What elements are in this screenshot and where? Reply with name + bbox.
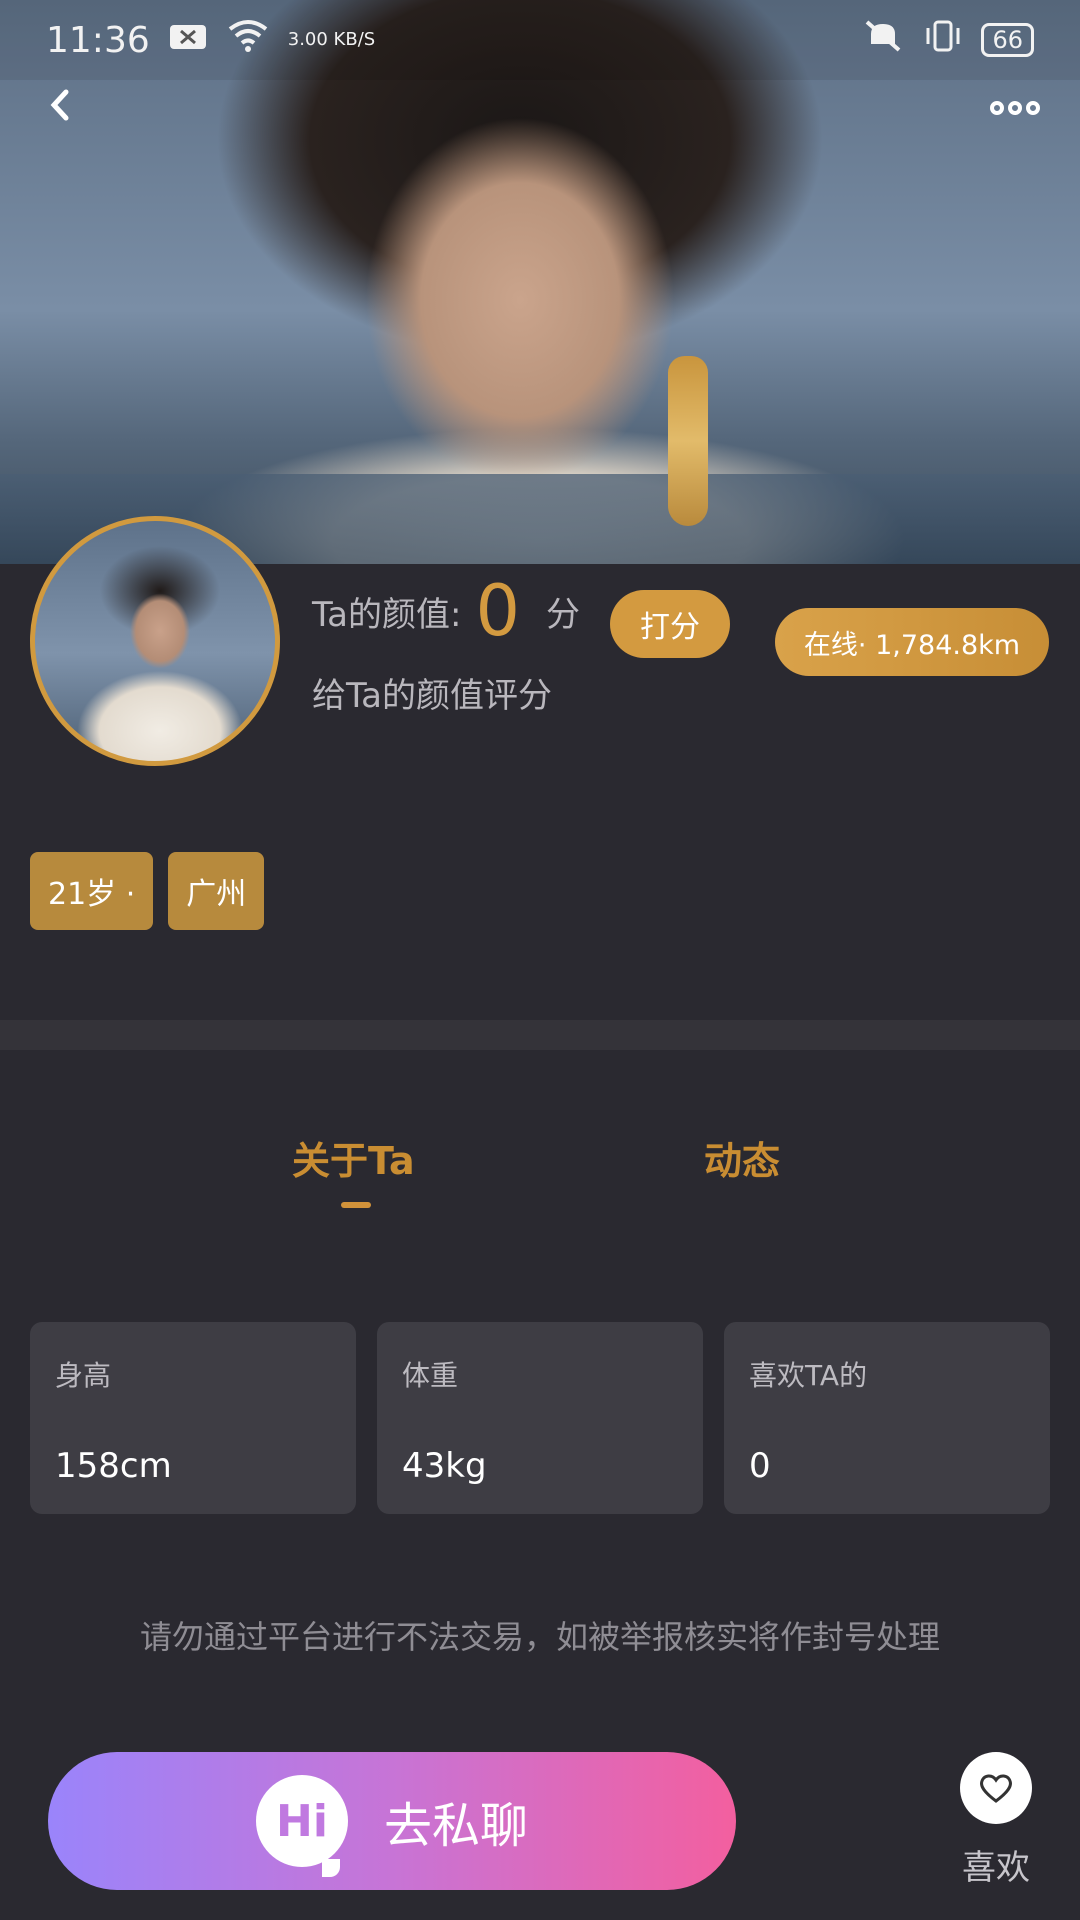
network-speed: 3.00 KB/S bbox=[287, 29, 376, 50]
score-label: Ta的颜值: bbox=[312, 594, 462, 635]
profile-cover-photo bbox=[0, 0, 1080, 564]
tab-about[interactable]: 关于Ta bbox=[292, 1130, 415, 1185]
status-bar: 11:36 3.00 KB/S 66 bbox=[0, 0, 1080, 80]
notification-icon bbox=[168, 20, 208, 61]
active-tab-indicator bbox=[341, 1202, 371, 1208]
height-value: 158cm bbox=[55, 1446, 172, 1486]
more-icon bbox=[1026, 101, 1040, 115]
wifi-icon bbox=[226, 19, 270, 62]
status-time: 11:36 bbox=[46, 19, 150, 61]
likes-value: 0 bbox=[749, 1446, 771, 1486]
more-button[interactable] bbox=[990, 96, 1050, 120]
height-label: 身高 bbox=[55, 1359, 112, 1392]
profile-tags: 21岁 · 广州 bbox=[30, 852, 265, 930]
weight-label: 体重 bbox=[402, 1359, 459, 1392]
score-row: Ta的颜值: 0 分 bbox=[312, 576, 580, 646]
back-button[interactable] bbox=[40, 80, 80, 130]
height-card: 身高 158cm bbox=[30, 1322, 356, 1514]
more-icon bbox=[1008, 101, 1022, 115]
rate-button[interactable]: 打分 bbox=[610, 590, 730, 658]
weight-card: 体重 43kg bbox=[377, 1322, 703, 1514]
more-icon bbox=[990, 101, 1004, 115]
online-status-badge: 在线· 1,784.8km bbox=[775, 608, 1049, 676]
back-icon bbox=[50, 89, 69, 121]
rate-hint[interactable]: 给Ta的颜值评分 bbox=[312, 668, 552, 717]
like-button[interactable] bbox=[960, 1752, 1032, 1824]
earring bbox=[668, 356, 708, 526]
likes-label: 喜欢TA的 bbox=[749, 1359, 868, 1392]
tab-bar: 关于Ta 动态 bbox=[0, 1130, 1080, 1210]
city-tag: 广州 bbox=[168, 852, 265, 930]
mute-icon bbox=[861, 18, 905, 63]
stats-cards: 身高 158cm 体重 43kg 喜欢TA的 0 bbox=[30, 1322, 1050, 1514]
safety-notice: 请勿通过平台进行不法交易，如被举报核实将作封号处理 bbox=[139, 1618, 940, 1656]
score-unit: 分 bbox=[545, 594, 580, 635]
section-divider bbox=[0, 1020, 1080, 1050]
avatar[interactable] bbox=[30, 516, 280, 766]
private-chat-label: 去私聊 bbox=[383, 1798, 528, 1854]
like-label: 喜欢 bbox=[962, 1848, 1030, 1888]
hi-chat-icon: Hi bbox=[255, 1775, 348, 1877]
battery-icon: 66 bbox=[981, 23, 1034, 57]
likes-card: 喜欢TA的 0 bbox=[724, 1322, 1050, 1514]
private-chat-button[interactable]: Hi 去私聊 bbox=[48, 1752, 736, 1890]
age-tag: 21岁 · bbox=[30, 852, 154, 930]
score-value: 0 bbox=[475, 570, 520, 652]
tab-moments[interactable]: 动态 bbox=[704, 1130, 780, 1185]
heart-icon bbox=[980, 1774, 1012, 1803]
vibrate-icon bbox=[923, 18, 963, 63]
weight-value: 43kg bbox=[402, 1446, 487, 1486]
